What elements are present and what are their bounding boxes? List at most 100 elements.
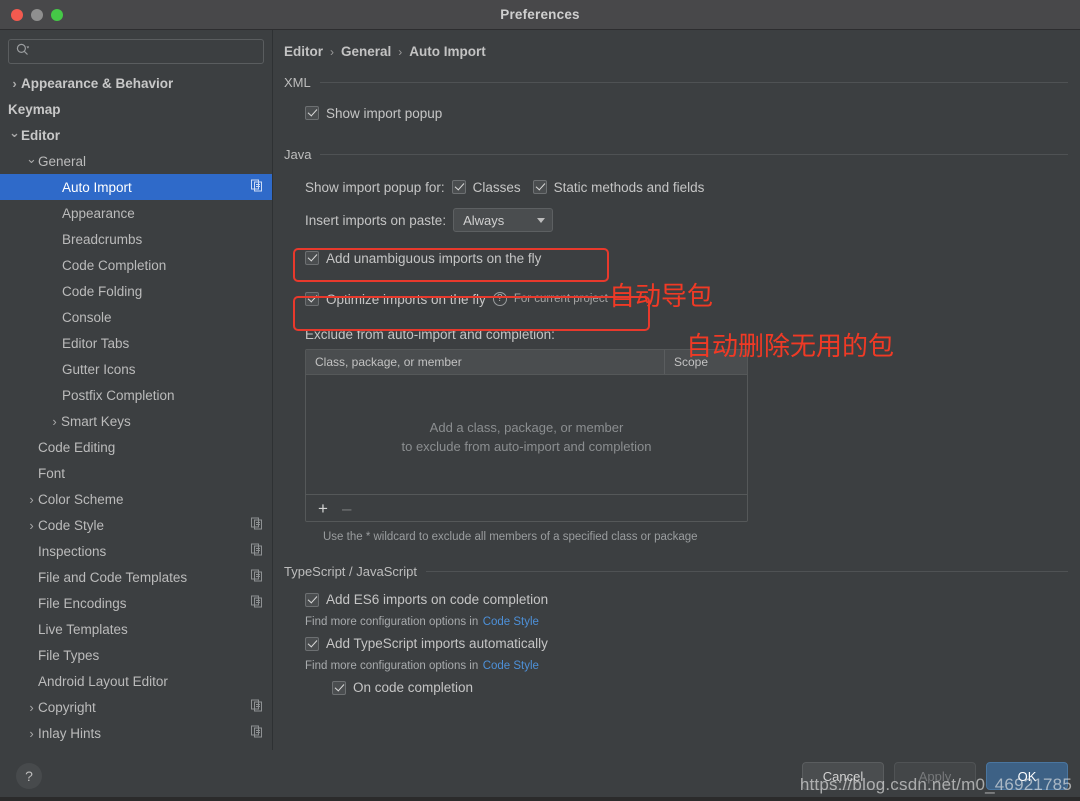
sidebar-item-label: Font: [38, 465, 66, 481]
on-code-completion-checkbox[interactable]: [332, 680, 346, 695]
sidebar-item-label: Code Folding: [62, 283, 143, 299]
breadcrumb-auto-import: Auto Import: [409, 44, 486, 59]
ts-code-style-link[interactable]: Code Style: [483, 660, 539, 672]
breadcrumb-general[interactable]: General: [341, 44, 391, 59]
es6-code-style-link[interactable]: Code Style: [483, 616, 539, 628]
annotation-text-auto-remove: 自动删除无用的包: [686, 332, 895, 362]
sidebar-item-auto-import[interactable]: Auto Import: [0, 174, 272, 200]
ts-imports-row[interactable]: Add TypeScript imports automatically: [305, 632, 1068, 656]
on-code-completion-row[interactable]: On code completion: [305, 676, 1068, 700]
es6-imports-checkbox[interactable]: [305, 592, 319, 607]
annotation-text-auto-import: 自动导包: [609, 282, 714, 312]
chevron-right-icon[interactable]: ›: [25, 701, 38, 714]
sidebar-item-live-templates[interactable]: Live Templates: [0, 616, 272, 642]
window-bottom-edge: [0, 797, 1080, 801]
copy-settings-icon[interactable]: [251, 595, 263, 611]
ts-hint-row: Find more configuration options in Code …: [305, 656, 1068, 674]
sidebar-item-label: Copyright: [38, 699, 96, 715]
copy-settings-icon[interactable]: [251, 543, 263, 559]
typescript-section-title: TypeScript / JavaScript: [284, 563, 417, 579]
static-methods-checkbox[interactable]: [532, 180, 547, 194]
sidebar-item-general[interactable]: ⌄ General: [0, 148, 272, 174]
apply-button[interactable]: Apply: [894, 762, 976, 790]
copy-settings-icon[interactable]: [251, 517, 263, 533]
sidebar-item-editor[interactable]: ⌄ Editor: [0, 122, 272, 148]
sidebar-item-breadcrumbs[interactable]: Breadcrumbs: [0, 226, 272, 252]
add-button[interactable]: +: [318, 500, 328, 517]
sidebar-item-code-folding[interactable]: Code Folding: [0, 278, 272, 304]
sidebar-item-file-and-code-templates[interactable]: File and Code Templates: [0, 564, 272, 590]
sidebar-item-keymap[interactable]: Keymap: [0, 96, 272, 122]
chevron-right-icon[interactable]: ›: [25, 493, 38, 506]
column-header-class[interactable]: Class, package, or member: [306, 350, 665, 374]
sidebar-item-font[interactable]: Font: [0, 460, 272, 486]
chevron-right-icon[interactable]: ›: [25, 727, 38, 740]
sidebar-item-code-editing[interactable]: Code Editing: [0, 434, 272, 460]
ts-imports-checkbox[interactable]: [305, 636, 319, 651]
sidebar-item-label: Appearance & Behavior: [21, 75, 174, 91]
sidebar-item-smart-keys[interactable]: › Smart Keys: [0, 408, 272, 434]
breadcrumb: Editor › General › Auto Import: [273, 30, 1080, 59]
exclude-table[interactable]: Class, package, or member Scope Add a cl…: [305, 349, 748, 522]
chevron-right-icon[interactable]: ›: [48, 415, 61, 428]
ts-hint-text: Find more configuration options in: [305, 659, 479, 672]
sidebar-item-android-layout-editor[interactable]: Android Layout Editor: [0, 668, 272, 694]
copy-settings-icon[interactable]: [251, 569, 263, 585]
copy-settings-icon[interactable]: [251, 725, 263, 741]
classes-checkbox[interactable]: [451, 180, 466, 194]
preferences-window: Preferences › Appearance & Behavior Keymap: [0, 0, 1080, 801]
es6-hint-text: Find more configuration options in: [305, 615, 479, 628]
copy-settings-icon[interactable]: [251, 699, 263, 715]
xml-show-import-popup-label: Show import popup: [326, 105, 443, 121]
sidebar-item-console[interactable]: Console: [0, 304, 272, 330]
breadcrumb-editor[interactable]: Editor: [284, 44, 323, 59]
sidebar-item-color-scheme[interactable]: › Color Scheme: [0, 486, 272, 512]
chevron-right-icon[interactable]: ›: [25, 519, 38, 532]
sidebar-item-file-types[interactable]: File Types: [0, 642, 272, 668]
optimize-imports-checkbox[interactable]: [305, 292, 319, 306]
search-box[interactable]: [8, 39, 264, 64]
help-button[interactable]: ?: [16, 763, 42, 789]
copy-settings-icon[interactable]: [251, 179, 263, 195]
sidebar-item-label: Inlay Hints: [38, 725, 102, 741]
sidebar-item-code-style[interactable]: › Code Style: [0, 512, 272, 538]
insert-imports-value: Always: [463, 212, 505, 228]
sidebar-item-label: Android Layout Editor: [38, 673, 168, 689]
es6-imports-row[interactable]: Add ES6 imports on code completion: [305, 588, 1068, 612]
es6-imports-label: Add ES6 imports on code completion: [326, 592, 549, 608]
classes-label: Classes: [472, 179, 521, 195]
chevron-down-icon[interactable]: ⌄: [25, 152, 38, 165]
cancel-button[interactable]: Cancel: [802, 762, 884, 790]
sidebar-item-appearance-behavior[interactable]: › Appearance & Behavior: [0, 70, 272, 96]
sidebar-item-editor-tabs[interactable]: Editor Tabs: [0, 330, 272, 356]
sidebar-item-gutter-icons[interactable]: Gutter Icons: [0, 356, 272, 382]
add-unambiguous-row[interactable]: Add unambiguous imports on the fly: [305, 244, 1068, 272]
sidebar-item-postfix-completion[interactable]: Postfix Completion: [0, 382, 272, 408]
sidebar-item-label: Console: [62, 309, 112, 325]
add-unambiguous-checkbox[interactable]: [305, 251, 319, 265]
sidebar-item-label: Live Templates: [38, 621, 128, 637]
exclude-table-empty-state: Add a class, package, or member to exclu…: [306, 375, 747, 494]
sidebar-item-inlay-hints[interactable]: › Inlay Hints: [0, 720, 272, 746]
help-icon[interactable]: ?: [492, 292, 507, 306]
sidebar-item-file-encodings[interactable]: File Encodings: [0, 590, 272, 616]
chevron-right-icon[interactable]: ›: [8, 77, 21, 90]
sidebar-item-copyright[interactable]: › Copyright: [0, 694, 272, 720]
settings-tree[interactable]: › Appearance & Behavior Keymap ⌄ Editor ⌄ Gene…: [0, 70, 272, 750]
sidebar-item-inspections[interactable]: Inspections: [0, 538, 272, 564]
insert-imports-row: Insert imports on paste: Always: [305, 206, 1068, 234]
xml-show-import-popup-checkbox[interactable]: [305, 106, 319, 120]
chevron-down-icon[interactable]: ⌄: [8, 126, 21, 139]
insert-imports-dropdown[interactable]: Always: [453, 208, 554, 232]
ok-button[interactable]: OK: [986, 762, 1068, 790]
show-import-popup-for-label: Show import popup for:: [305, 179, 445, 195]
search-input[interactable]: [33, 44, 256, 59]
xml-show-import-popup-row[interactable]: Show import popup: [305, 101, 1068, 125]
sidebar-item-label: Breadcrumbs: [62, 231, 143, 247]
on-code-completion-label: On code completion: [353, 680, 474, 696]
sidebar-item-appearance[interactable]: Appearance: [0, 200, 272, 226]
sidebar-item-label: Inspections: [38, 543, 107, 559]
sidebar-item-code-completion[interactable]: Code Completion: [0, 252, 272, 278]
remove-button: –: [341, 498, 352, 518]
dialog-footer: ? Cancel Apply OK https://blog.csdn.net/…: [0, 750, 1080, 801]
